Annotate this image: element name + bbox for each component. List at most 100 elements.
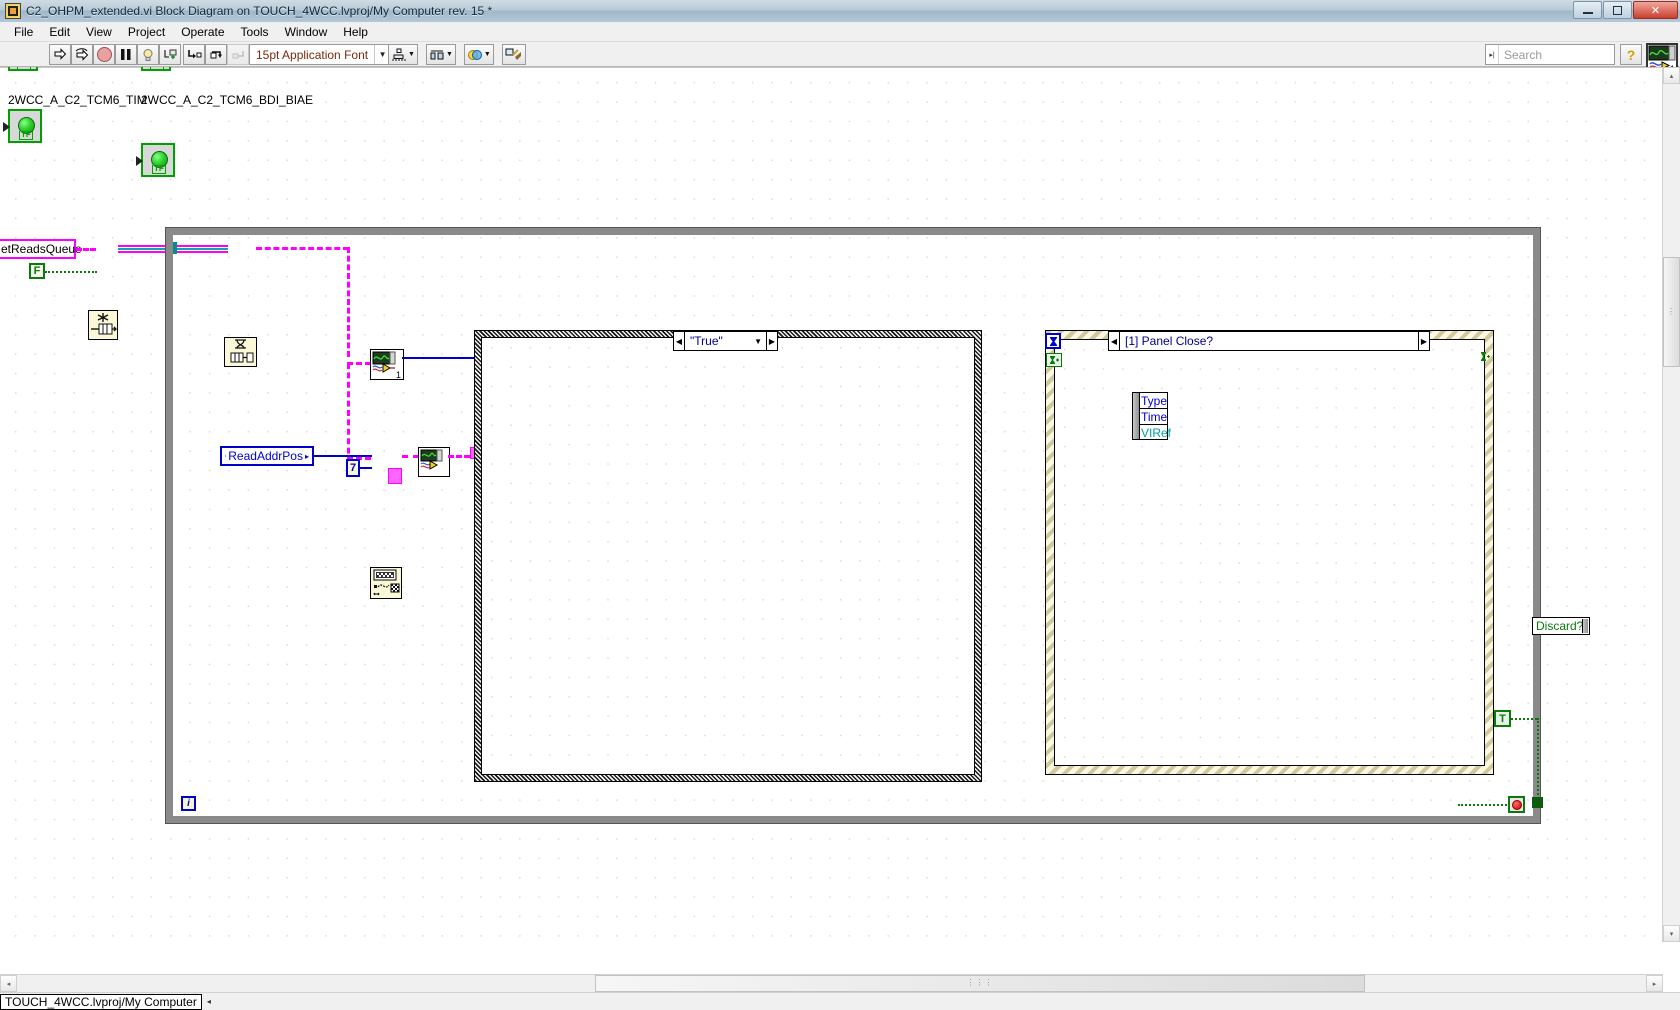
run-continuously-icon — [75, 47, 89, 61]
horizontal-scrollbar[interactable]: ◂ ⋮⋮⋮ ▸ — [0, 974, 1663, 992]
true-constant[interactable]: T — [1494, 710, 1511, 727]
retain-values-icon — [163, 49, 176, 59]
wire-true-const-right — [1511, 718, 1537, 720]
resize-caret-icon[interactable]: ▼ — [484, 51, 491, 58]
context-help-button[interactable]: ? — [1620, 44, 1642, 65]
step-over-button[interactable] — [205, 44, 227, 65]
distribute-objects-button[interactable]: ▼ — [425, 44, 456, 65]
discard-terminal[interactable]: Discard? — [1532, 617, 1590, 635]
align-caret-icon[interactable]: ▼ — [408, 51, 415, 58]
menu-item-help[interactable]: Help — [335, 23, 376, 41]
scroll-up-button[interactable]: ▴ — [1663, 67, 1680, 84]
block-diagram-canvas[interactable]: TF TF 2WCC_A_C2_TCM6_TIM TF 2WCC_A_C2_TC… — [0, 67, 1663, 942]
resize-objects-button[interactable]: ▼ — [463, 44, 494, 65]
search-box[interactable]: ▸| Search — [1485, 44, 1615, 65]
event-dynamic-terminal[interactable] — [1479, 350, 1491, 362]
case-selector-value: "True" — [690, 334, 723, 348]
labview-vi-icon — [5, 3, 21, 19]
tf-tag-1: TF — [19, 130, 33, 140]
align-objects-icon — [392, 48, 406, 60]
menu-item-file[interactable]: File — [6, 23, 41, 41]
vertical-scrollbar[interactable]: ▴ ⋮ ▾ — [1662, 67, 1680, 942]
menu-item-edit[interactable]: Edit — [41, 23, 78, 41]
font-selector[interactable]: 15pt Application Font ▼ — [249, 44, 392, 65]
event-next-arrow-icon[interactable]: ▶ — [1418, 332, 1429, 350]
step-into-icon — [187, 50, 201, 59]
abort-execution-button[interactable] — [93, 44, 115, 65]
step-into-button[interactable] — [183, 44, 205, 65]
stop-terminal[interactable] — [1508, 796, 1525, 813]
horizontal-scroll-thumb[interactable]: ⋮⋮⋮ — [595, 975, 1365, 992]
dynamic-event-icon — [1481, 352, 1490, 361]
discard-terminal-grip[interactable] — [1582, 619, 1588, 633]
event-timeout-terminal[interactable] — [1046, 353, 1062, 367]
minimize-button[interactable] — [1573, 1, 1602, 19]
menu-item-project[interactable]: Project — [120, 23, 173, 41]
retain-wire-values-button[interactable] — [159, 44, 181, 65]
stop-icon — [1511, 799, 1522, 810]
boolean-indicator-bdi-biae[interactable]: TF — [136, 143, 175, 177]
event-prev-arrow-icon[interactable]: ◀ — [1109, 332, 1120, 350]
case-structure-subdiagram[interactable] — [481, 337, 975, 775]
pause-button[interactable] — [115, 44, 137, 65]
timeout-glyph — [1050, 355, 1059, 364]
partial-boolean-indicator-top-left[interactable]: TF — [8, 67, 38, 71]
run-continuously-button[interactable] — [71, 44, 93, 65]
resize-objects-icon — [467, 49, 482, 60]
search-pin-icon[interactable]: ▸| — [1486, 45, 1499, 64]
align-objects-button[interactable]: ▼ — [388, 44, 418, 65]
boolean-indicator-tim[interactable]: TF — [3, 109, 42, 143]
event-structure[interactable] — [1045, 330, 1494, 775]
close-button[interactable]: ✕ — [1633, 1, 1678, 19]
status-collapse-icon[interactable]: ◂ — [207, 997, 211, 1006]
scroll-right-button[interactable]: ▸ — [1646, 975, 1663, 992]
abort-icon — [96, 47, 112, 62]
step-out-button[interactable] — [227, 44, 249, 65]
hourglass-glyph — [1049, 336, 1057, 346]
highlight-execution-button[interactable] — [137, 44, 159, 65]
event-data-node-grip[interactable] — [1133, 393, 1140, 439]
wire-false-to-queue — [45, 271, 97, 273]
run-button[interactable] — [49, 44, 71, 65]
scroll-left-button[interactable]: ◂ — [0, 975, 17, 992]
case-dropdown-icon[interactable]: ▼ — [754, 337, 766, 346]
event-structure-subdiagram[interactable] — [1054, 339, 1485, 766]
wire-true-const-down — [1537, 718, 1539, 803]
menu-item-tools[interactable]: Tools — [233, 23, 277, 41]
scroll-down-button[interactable]: ▾ — [1663, 925, 1680, 942]
menu-bar: File Edit View Project Operate Tools Win… — [0, 22, 1680, 42]
restore-button[interactable] — [1603, 1, 1632, 19]
cleanup-diagram-button[interactable] — [501, 44, 526, 65]
menu-item-window[interactable]: Window — [277, 23, 336, 41]
obtain-queue-node[interactable] — [88, 310, 118, 340]
event-output-tunnel[interactable] — [1532, 797, 1543, 808]
pause-icon — [121, 49, 131, 60]
case-prev-arrow-icon[interactable]: ◀ — [674, 332, 685, 350]
menu-item-operate[interactable]: Operate — [173, 23, 232, 41]
partial-boolean-indicator-top-right[interactable]: TF — [141, 67, 171, 71]
event-selector-value: [1] Panel Close? — [1125, 334, 1214, 348]
wire-queue-out — [76, 248, 96, 251]
window-title: C2_OHPM_extended.vi Block Diagram on TOU… — [26, 4, 493, 18]
step-over-icon — [210, 51, 222, 59]
queue-terminal[interactable]: etReadsQueue — [0, 239, 82, 259]
iteration-terminal[interactable]: i — [181, 796, 196, 811]
restore-icon — [1613, 5, 1622, 15]
case-selector[interactable]: ◀ "True" ▼ ▶ — [673, 331, 778, 351]
wire-tunnel-to-stop — [1458, 804, 1510, 806]
distribute-caret-icon[interactable]: ▼ — [446, 51, 453, 58]
status-target-label[interactable]: TOUCH_4WCC.lvproj/My Computer — [0, 993, 202, 1010]
false-constant[interactable]: F — [29, 263, 45, 279]
vertical-scroll-thumb[interactable]: ⋮ — [1663, 257, 1680, 367]
lightbulb-icon — [143, 48, 153, 61]
event-hourglass-icon[interactable] — [1045, 333, 1061, 349]
event-selector[interactable]: ◀ [1] Panel Close? ▶ — [1108, 331, 1430, 351]
event-data-node[interactable]: Type Time VIRef — [1132, 392, 1171, 440]
step-out-icon — [232, 51, 244, 59]
case-next-arrow-icon[interactable]: ▶ — [766, 332, 777, 350]
menu-item-view[interactable]: View — [78, 23, 120, 41]
search-input[interactable]: Search — [1499, 48, 1542, 62]
run-arrow-icon — [54, 47, 67, 60]
discard-terminal-label: Discard? — [1536, 619, 1584, 633]
case-structure[interactable] — [474, 330, 982, 782]
